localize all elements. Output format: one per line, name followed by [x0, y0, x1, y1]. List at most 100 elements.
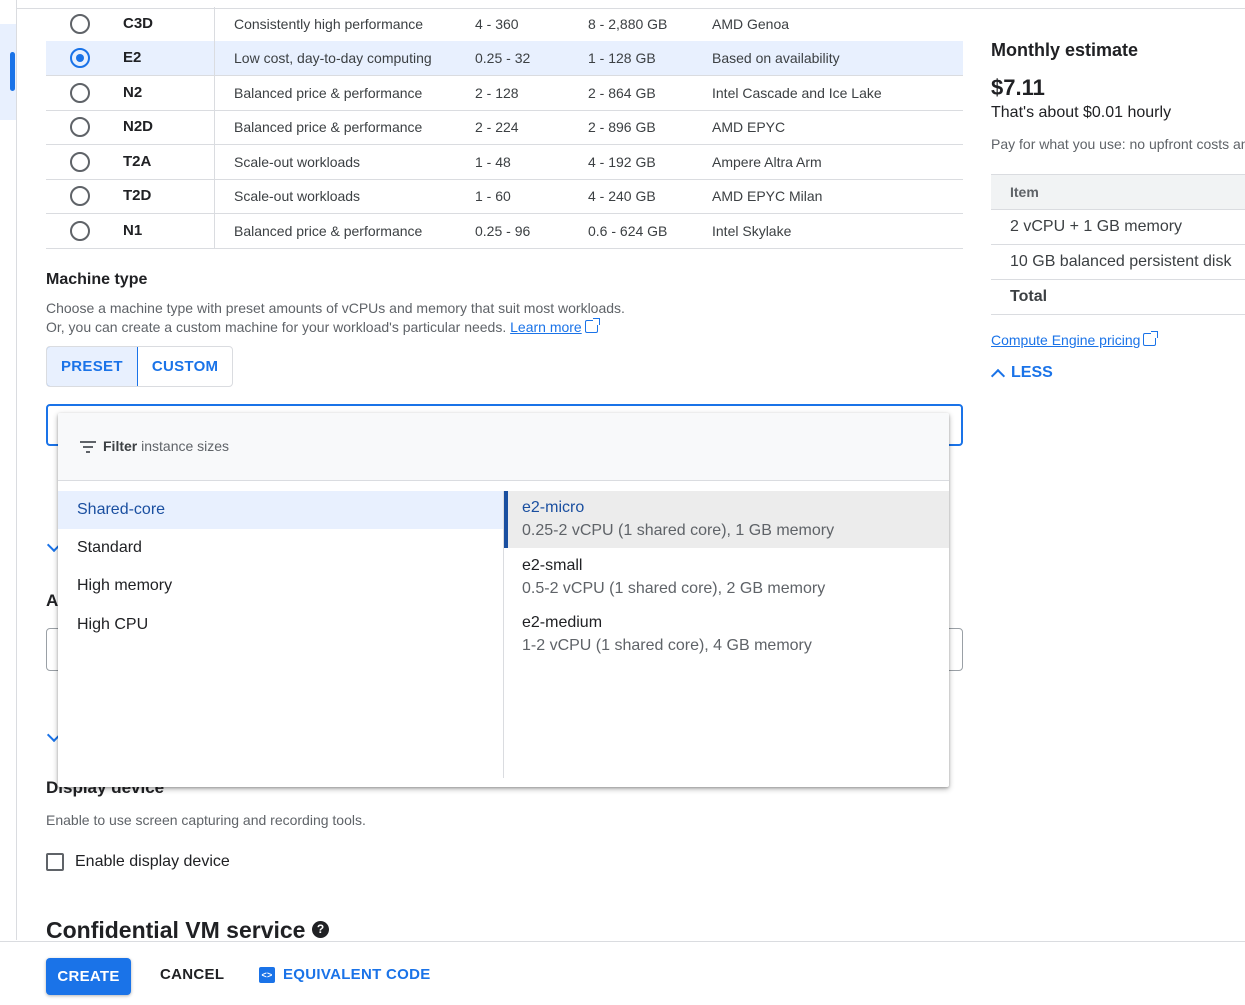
- external-link-icon: [584, 318, 600, 333]
- rail-active-marker[interactable]: [10, 52, 15, 91]
- series-name: E2: [123, 49, 142, 66]
- preset-tab[interactable]: PRESET: [47, 347, 138, 386]
- series-row-t2d[interactable]: T2D Scale-out workloads 1 - 60 4 - 240 G…: [46, 179, 963, 214]
- family-standard[interactable]: Standard: [58, 529, 503, 567]
- pricing-link-container: Compute Engine pricing: [991, 331, 1159, 348]
- monthly-estimate-price: $7.11: [991, 75, 1045, 100]
- series-radio[interactable]: [70, 186, 90, 206]
- size-name: e2-small: [522, 557, 583, 574]
- machine-config-toggle: PRESET CUSTOM: [46, 346, 234, 387]
- series-name: C3D: [123, 15, 154, 32]
- series-row-n1[interactable]: N1 Balanced price & performance 0.25 - 9…: [46, 214, 963, 249]
- help-icon[interactable]: ?: [312, 921, 329, 938]
- series-radio[interactable]: [70, 14, 90, 34]
- learn-more-label: Learn more: [510, 319, 582, 335]
- series-vcpus: 1 - 48: [475, 154, 511, 170]
- less-label: LESS: [1011, 364, 1053, 381]
- size-e2-micro[interactable]: e2-micro 0.25-2 vCPU (1 shared core), 1 …: [504, 491, 949, 548]
- series-description: Low cost, day-to-day computing: [234, 50, 432, 66]
- display-device-description: Enable to use screen capturing and recor…: [46, 812, 366, 828]
- column-divider: [214, 76, 215, 110]
- code-icon: <>: [259, 966, 275, 983]
- size-e2-medium[interactable]: e2-medium 1-2 vCPU (1 shared core), 4 GB…: [504, 606, 949, 663]
- series-vcpus: 1 - 60: [475, 188, 511, 204]
- cancel-button[interactable]: CANCEL: [160, 966, 224, 983]
- series-memory: 0.6 - 624 GB: [588, 223, 668, 239]
- series-platform: AMD Genoa: [712, 16, 790, 32]
- monthly-estimate-title: Monthly estimate: [991, 40, 1139, 60]
- cost-row-disk: 10 GB balanced persistent disk: [991, 245, 1245, 280]
- size-e2-small[interactable]: e2-small 0.5-2 vCPU (1 shared core), 2 G…: [504, 549, 949, 606]
- series-radio[interactable]: [70, 152, 90, 172]
- compute-engine-pricing-link[interactable]: Compute Engine pricing: [991, 332, 1140, 348]
- series-memory: 2 - 864 GB: [588, 85, 656, 101]
- series-platform: Intel Skylake: [712, 223, 792, 239]
- custom-tab[interactable]: CUSTOM: [138, 347, 233, 386]
- series-vcpus: 2 - 224: [475, 119, 519, 135]
- series-description: Balanced price & performance: [234, 85, 423, 101]
- column-divider: [214, 41, 215, 75]
- filter-label: Filter: [103, 438, 138, 454]
- series-row-e2[interactable]: E2 Low cost, day-to-day computing 0.25 -…: [46, 41, 963, 76]
- hourly-estimate: That's about $0.01 hourly: [991, 104, 1172, 121]
- series-description: Scale-out workloads: [234, 154, 361, 170]
- family-high-memory[interactable]: High memory: [58, 567, 503, 605]
- less-toggle[interactable]: LESS: [990, 364, 1053, 383]
- series-description: Balanced price & performance: [234, 223, 423, 239]
- size-description: 0.5-2 vCPU (1 shared core), 2 GB memory: [522, 580, 826, 597]
- column-divider: [214, 145, 215, 179]
- display-device-checkbox-label[interactable]: Enable display device: [75, 853, 230, 871]
- series-radio[interactable]: [70, 117, 90, 137]
- series-memory: 4 - 192 GB: [588, 154, 656, 170]
- equivalent-code-label: EQUIVALENT CODE: [283, 966, 431, 983]
- series-platform: Ampere Altra Arm: [712, 154, 822, 170]
- cost-breakdown-table: Item 2 vCPU + 1 GB memory 10 GB balanced…: [991, 174, 1245, 315]
- series-memory: 2 - 896 GB: [588, 119, 656, 135]
- display-device-checkbox[interactable]: [46, 853, 64, 871]
- series-radio[interactable]: [70, 83, 90, 103]
- series-platform: AMD EPYC Milan: [712, 188, 823, 204]
- column-divider: [214, 179, 215, 213]
- size-name: e2-micro: [522, 499, 585, 516]
- series-row-c3d[interactable]: C3D Consistently high performance 4 - 36…: [46, 7, 963, 42]
- external-link-icon: [1143, 331, 1159, 346]
- equivalent-code-button[interactable]: <> EQUIVALENT CODE: [259, 966, 431, 983]
- filter-icon: [80, 441, 96, 453]
- filter-bar[interactable]: Filter instance sizes: [58, 413, 949, 481]
- filter-input[interactable]: Filter instance sizes: [103, 413, 229, 480]
- series-name: T2A: [123, 153, 152, 170]
- chevron-up-icon: [990, 368, 1006, 383]
- create-button[interactable]: CREATE: [46, 958, 131, 995]
- series-vcpus: 2 - 128: [475, 85, 519, 101]
- machine-type-description-text: Or, you can create a custom machine for …: [46, 319, 507, 335]
- cost-row-compute: 2 vCPU + 1 GB memory: [991, 210, 1245, 245]
- series-name: N2: [123, 84, 143, 101]
- series-row-n2[interactable]: N2 Balanced price & performance 2 - 128 …: [46, 76, 963, 111]
- billing-note: Pay for what you use: no upfront costs a…: [991, 136, 1245, 152]
- series-row-n2d[interactable]: N2D Balanced price & performance 2 - 224…: [46, 110, 963, 145]
- series-memory: 4 - 240 GB: [588, 188, 656, 204]
- learn-more-link[interactable]: Learn more: [510, 319, 582, 335]
- series-name: T2D: [123, 187, 152, 204]
- size-description: 1-2 vCPU (1 shared core), 4 GB memory: [522, 637, 812, 654]
- obscured-section-heading: A: [46, 591, 59, 610]
- series-description: Balanced price & performance: [234, 119, 423, 135]
- column-divider: [214, 110, 215, 144]
- series-memory: 8 - 2,880 GB: [588, 16, 668, 32]
- confidential-vm-heading: Confidential VM service: [46, 917, 306, 943]
- series-memory: 1 - 128 GB: [588, 50, 656, 66]
- family-high-cpu[interactable]: High CPU: [58, 606, 503, 644]
- machine-type-description-line1: Choose a machine type with preset amount…: [46, 300, 625, 316]
- cost-row-total: Total: [991, 280, 1245, 315]
- family-shared-core[interactable]: Shared-core: [58, 491, 503, 529]
- series-vcpus: 0.25 - 96: [475, 223, 531, 239]
- series-radio-selected[interactable]: [70, 48, 90, 68]
- left-navigation-rail: [0, 0, 17, 940]
- series-platform: AMD EPYC: [712, 119, 786, 135]
- series-description: Scale-out workloads: [234, 188, 361, 204]
- series-radio[interactable]: [70, 221, 90, 241]
- cost-table-header: Item: [991, 174, 1245, 210]
- series-platform: Based on availability: [712, 50, 840, 66]
- series-row-t2a[interactable]: T2A Scale-out workloads 1 - 48 4 - 192 G…: [46, 145, 963, 180]
- series-vcpus: 0.25 - 32: [475, 50, 531, 66]
